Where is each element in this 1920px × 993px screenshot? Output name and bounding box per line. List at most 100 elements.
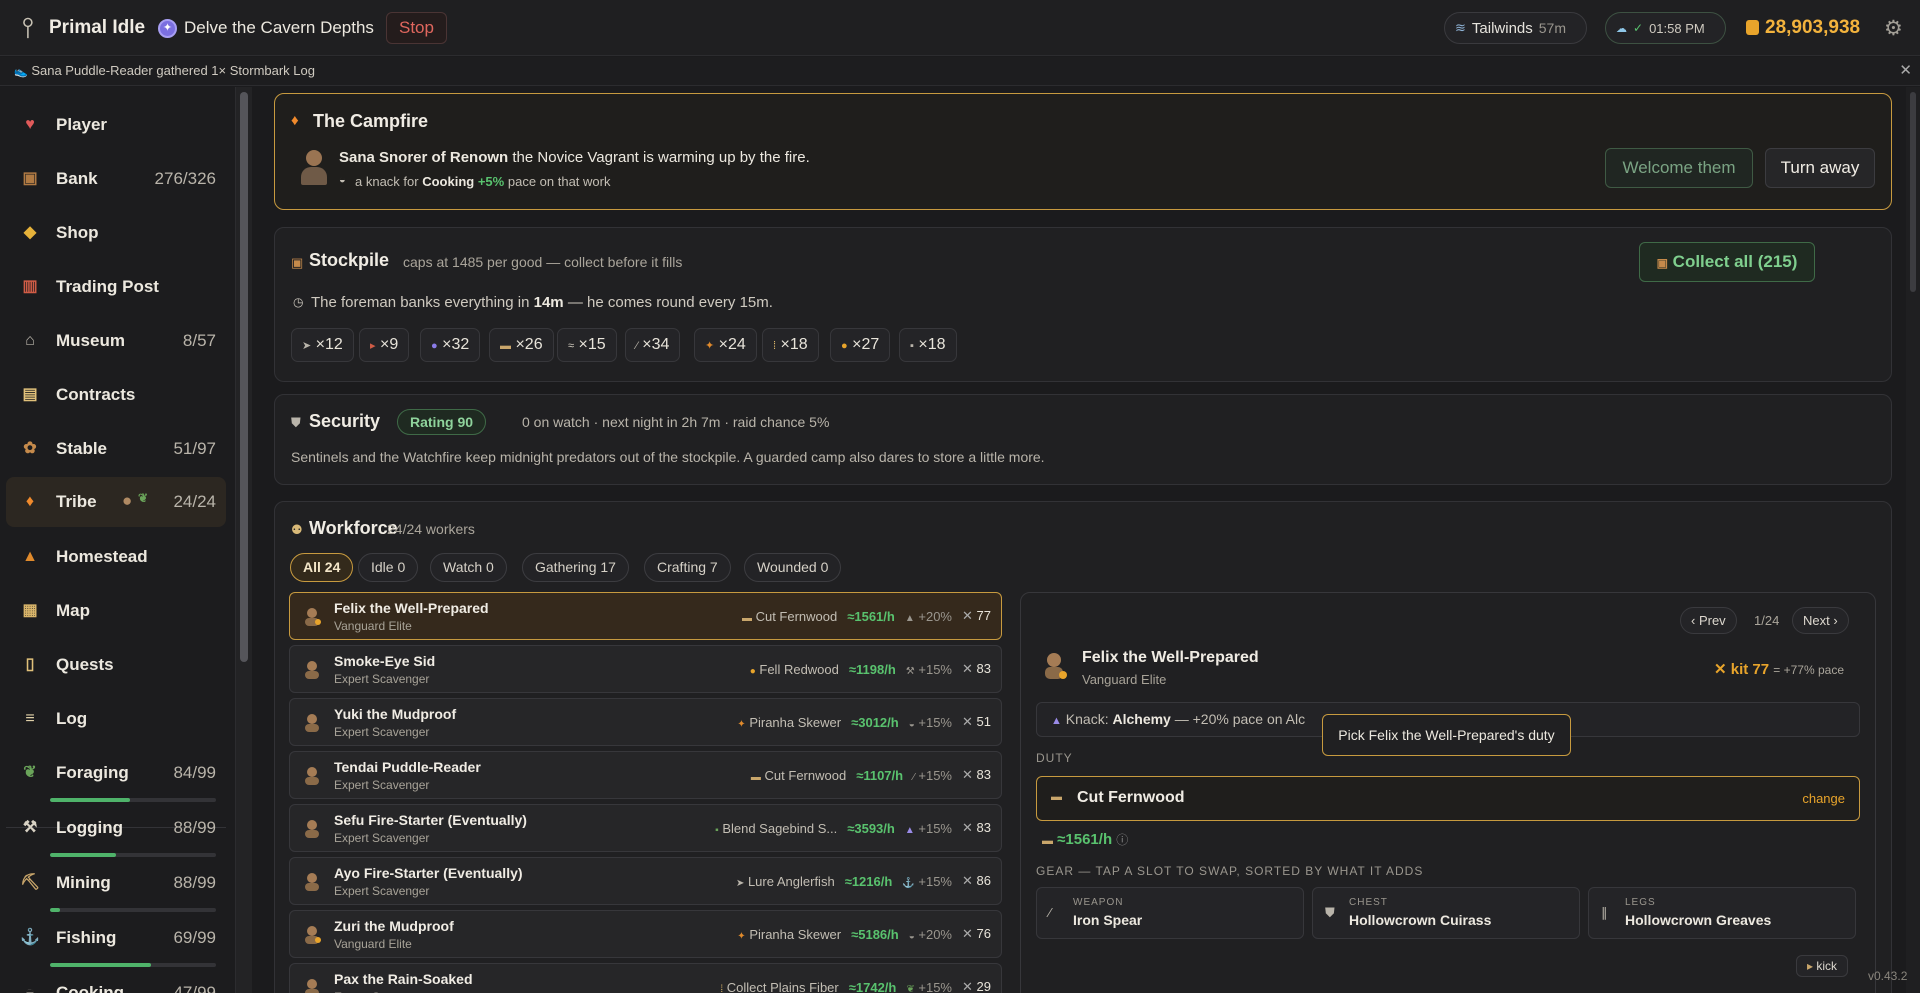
stock-good: ≈ ×15 [557,328,617,362]
sidebar-item-player[interactable]: ♥ Player [6,100,226,150]
visitor-line: Sana Snorer of Renown the Novice Vagrant… [339,149,810,166]
stop-button[interactable]: Stop [386,12,447,44]
museum-icon: ⌂ [25,332,35,349]
stock-good: ✦ ×24 [694,328,757,362]
filter-idle[interactable]: Idle 0 [358,553,419,582]
stock-good: ⁄ ×34 [625,328,681,362]
welcome-button[interactable]: Welcome them [1605,148,1753,188]
gather-icon: 👟 [14,66,28,78]
worker-job: Cut Fernwood [755,608,838,624]
worker-row[interactable]: Tendai Puddle-Reader Expert Scavenger ▬ … [289,751,1002,799]
crossed-swords-icon: ✕ [962,873,973,888]
worker-buff: +15% [918,661,952,677]
info-icon[interactable]: ⓘ [1116,833,1128,847]
sidebar-item-bank[interactable]: ▣ Bank 276/326 [6,154,226,204]
worker-row[interactable]: Yuki the Mudproof Expert Scavenger ✦ Pir… [289,698,1002,746]
app-logo-icon: ⫯ [21,11,35,44]
buff-pill[interactable]: ≋ Tailwinds 57m [1444,12,1587,44]
main-scrollbar-thumb[interactable] [1910,92,1916,292]
worker-job: Collect Plains Fiber [726,979,839,993]
sidebar-item-map[interactable]: ▦ Map [6,586,226,636]
fish-icon: ➤ [735,877,745,889]
sidebar-scrollbar-thumb[interactable] [240,92,248,662]
prev-button[interactable]: ‹ Prev [1680,607,1737,634]
filter-crafting[interactable]: Crafting 7 [644,553,731,582]
settings-gear-icon[interactable]: ⚙ [1884,16,1903,41]
worker-buff: +20% [918,608,952,624]
gear-slot-label: CHEST [1349,897,1388,908]
log-icon: ≡ [25,710,35,727]
worker-kit: 29 [976,979,991,993]
stock-count: ×15 [578,336,606,353]
skill-label: Mining [56,873,111,892]
skewer-icon: ✦ [705,340,715,352]
gear-slot-chest[interactable]: ⛊ CHEST Hollowcrown Cuirass [1312,887,1580,939]
clock-pill[interactable]: ☁ ✓ 01:58 PM [1605,12,1726,44]
worker-row[interactable]: Sefu Fire-Starter (Eventually) Expert Sc… [289,804,1002,852]
leaf-icon: ❦ [906,983,915,993]
crate-icon: ▣ [1656,256,1668,270]
stable-count: 51/97 [173,439,216,458]
crossed-swords-icon: ✕ [962,661,973,676]
scroll-icon: ▤ [22,386,38,403]
skill-level: 88/99 [173,873,216,892]
gear-slot-legs[interactable]: ∥ LEGS Hollowcrown Greaves [1588,887,1856,939]
duty-selector[interactable]: ▬ Cut Fernwood change [1036,776,1860,821]
turn-away-button[interactable]: Turn away [1765,148,1875,188]
coin-icon: ● [749,665,756,677]
change-duty-link[interactable]: change [1802,791,1845,806]
sidebar-item-contracts[interactable]: ▤ Contracts [6,370,226,420]
filter-all[interactable]: All 24 [290,553,354,582]
log-icon: ▬ [500,340,511,352]
sidebar-item-trading-post[interactable]: ▥ Trading Post [6,262,226,312]
gear-slot-weapon[interactable]: ⁄ WEAPON Iron Spear [1036,887,1304,939]
worker-role: Expert Scavenger [334,778,430,792]
spear-icon: ⁄ [1049,905,1052,920]
sidebar-item-homestead[interactable]: ▲ Homestead [6,532,226,582]
worker-name: Ayo Fire-Starter (Eventually) [334,865,523,881]
skill-progress-bar [50,908,216,912]
skill-progress-bar [50,798,216,802]
sidebar-item-log[interactable]: ≡ Log [6,694,226,744]
top-bar: ⫯ Primal Idle ✦ Delve the Cavern Depths … [0,0,1920,56]
boot-icon: ▸ [1807,959,1814,973]
skill-mining[interactable]: ⛏ Mining 88/99 [6,868,226,922]
worker-buff: +15% [918,767,952,783]
meat-icon: ▸ [370,340,376,352]
worker-kit: 83 [976,820,991,835]
sidebar-item-tribe[interactable]: ♦ Tribe ● ❦ 24/24 [6,477,226,527]
worker-buff: +15% [918,714,952,730]
worker-job: Fell Redwood [759,661,839,677]
sidebar-item-stable[interactable]: ✿ Stable 51/97 [6,424,226,474]
sidebar-item-shop[interactable]: ◆ Shop [6,208,226,258]
skill-logging[interactable]: ⚒ Logging 88/99 [6,813,226,867]
visitor-icon: ● [122,491,133,510]
collect-all-button[interactable]: ▣ Collect all (215) [1639,242,1815,282]
worker-row[interactable]: Zuri the Mudproof Vanguard Elite ✦ Piran… [289,910,1002,958]
filter-wounded[interactable]: Wounded 0 [744,553,842,582]
fishing-rod-icon: ⚓ [20,929,40,946]
activity-ticker: 👟 Sana Puddle-Reader gathered 1× Stormba… [0,57,1920,86]
ticker-message: Sana Puddle-Reader gathered 1× Stormbark… [31,63,315,78]
skill-fishing[interactable]: ⚓ Fishing 69/99 [6,923,226,977]
filter-gathering[interactable]: Gathering 17 [522,553,629,582]
skill-cooking[interactable]: ◒ Cooking 47/99 [6,978,226,993]
flame-icon: ♦ [291,112,299,129]
worker-row[interactable]: Pax the Rain-Soaked Expert Scavenger ⁞ C… [289,963,1002,993]
worker-name: Tendai Puddle-Reader [334,759,481,775]
sidebar-item-label: Log [56,709,88,728]
close-icon[interactable]: ✕ [1899,57,1912,85]
next-button[interactable]: Next › [1792,607,1849,634]
worker-row[interactable]: Ayo Fire-Starter (Eventually) Expert Sca… [289,857,1002,905]
sidebar-item-museum[interactable]: ⌂ Museum 8/57 [6,316,226,366]
knack-label: Knack: [1065,711,1109,727]
worker-row[interactable]: Smoke-Eye Sid Expert Scavenger ● Fell Re… [289,645,1002,693]
filter-watch[interactable]: Watch 0 [430,553,507,582]
kick-button[interactable]: ▸ kick [1796,955,1849,977]
worker-job: Cut Fernwood [764,767,847,783]
stock-good: ● ×32 [420,328,481,362]
skill-foraging[interactable]: ❦ Foraging 84/99 [6,758,226,812]
worker-kit: 51 [976,714,991,729]
sidebar-item-quests[interactable]: ▯ Quests [6,640,226,690]
worker-row[interactable]: Felix the Well-Prepared Vanguard Elite ▬… [289,592,1002,640]
